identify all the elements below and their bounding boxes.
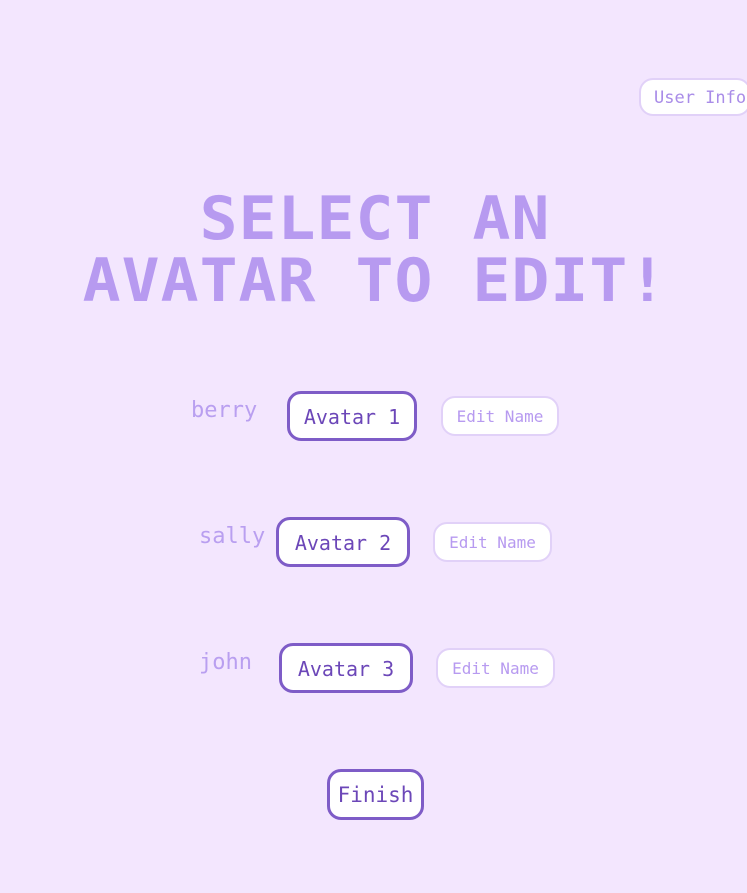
user-info-button[interactable]: User Info (639, 78, 747, 116)
finish-button[interactable]: Finish (327, 769, 424, 820)
page-title-line-2: AVATAR TO EDIT! (82, 246, 668, 316)
avatar-2-button[interactable]: Avatar 2 (276, 517, 410, 567)
page-title-line-1: SELECT AN (199, 184, 551, 254)
edit-name-button-3[interactable]: Edit Name (436, 648, 555, 688)
avatar-1-button[interactable]: Avatar 1 (287, 391, 417, 441)
avatar-name-3: john (199, 650, 252, 675)
avatar-name-2: sally (199, 524, 266, 549)
edit-name-button-1[interactable]: Edit Name (441, 396, 559, 436)
avatar-name-1: berry (191, 398, 258, 423)
page-title: SELECT AN AVATAR TO EDIT! (23, 188, 727, 312)
avatar-3-button[interactable]: Avatar 3 (279, 643, 413, 693)
edit-name-button-2[interactable]: Edit Name (433, 522, 552, 562)
